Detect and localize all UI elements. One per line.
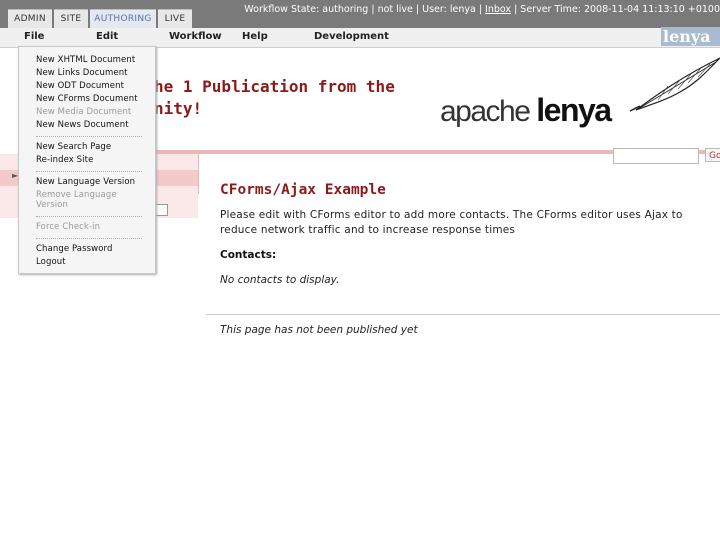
workflow-state: Workflow State: authoring (244, 4, 369, 15)
menu-item-new-search[interactable]: New Search Page (36, 142, 111, 152)
server-time: Server Time: 2008-11-04 11:13:10 +0100 (520, 4, 720, 15)
menu-separator (36, 136, 142, 137)
headline-line-2: nity! (154, 99, 203, 118)
menu-file[interactable]: File (24, 31, 44, 42)
menu-item-new-news[interactable]: New News Document (36, 120, 129, 130)
menu-edit[interactable]: Edit (96, 31, 118, 42)
search-input[interactable] (613, 148, 699, 164)
menu-workflow[interactable]: Workflow (169, 31, 222, 42)
page-headline: he 1 Publication from the nity! (154, 76, 395, 120)
menu-separator (36, 238, 142, 239)
status-bar: Workflow State: authoring | not live | U… (244, 4, 720, 15)
menu-item-new-odt[interactable]: New ODT Document (36, 81, 124, 91)
menu-item-new-cforms[interactable]: New CForms Document (36, 94, 138, 104)
menu-separator (36, 216, 142, 217)
menu-item-new-language[interactable]: New Language Version (36, 177, 135, 187)
menu-development[interactable]: Development (314, 31, 389, 42)
live-state: not live (377, 4, 413, 15)
menu-item-remove-language: Remove Language Version (36, 190, 117, 210)
user-label: User: lenya (422, 4, 476, 15)
menu-help[interactable]: Help (242, 31, 268, 42)
brand-apache: apache (440, 95, 537, 128)
tab-live[interactable]: LIVE (158, 9, 192, 28)
no-contacts-message: No contacts to display. (220, 274, 340, 286)
tab-admin[interactable]: ADMIN (8, 9, 52, 28)
apache-lenya-logo: apache lenya (440, 92, 612, 129)
menu-item-reindex[interactable]: Re-index Site (36, 155, 93, 165)
feather-icon (629, 57, 720, 112)
tab-site[interactable]: SITE (54, 9, 88, 28)
menu-item-new-xhtml[interactable]: New XHTML Document (36, 55, 135, 65)
inbox-link[interactable]: Inbox (485, 4, 511, 15)
contacts-heading: Contacts: (220, 249, 277, 261)
menu-item-logout[interactable]: Logout (36, 257, 66, 267)
publish-status-note: This page has not been published yet (220, 324, 418, 336)
menubar: File Edit Workflow Help Development (0, 28, 720, 48)
top-toolbar: ADMIN SITE AUTHORING LIVE Workflow State… (0, 0, 720, 28)
menu-item-new-media: New Media Document (36, 107, 132, 117)
headline-line-1: he 1 Publication from the (154, 77, 395, 96)
menu-separator (36, 171, 142, 172)
menu-item-new-links[interactable]: New Links Document (36, 68, 128, 78)
brand-lenya: lenya (536, 92, 612, 128)
menu-item-force-checkin: Force Check-in (36, 222, 101, 232)
vertical-divider (198, 154, 199, 194)
content-title: CForms/Ajax Example (220, 182, 386, 198)
tab-authoring[interactable]: AUTHORING (90, 9, 156, 28)
search-button[interactable]: Go (705, 148, 720, 162)
content-paragraph: Please edit with CForms editor to add mo… (220, 209, 683, 236)
file-menu-dropdown: New XHTML Document New Links Document Ne… (18, 46, 156, 274)
lenya-logo-small: lenya (663, 27, 720, 46)
content-divider (206, 314, 720, 315)
menu-item-change-password[interactable]: Change Password (36, 244, 112, 254)
